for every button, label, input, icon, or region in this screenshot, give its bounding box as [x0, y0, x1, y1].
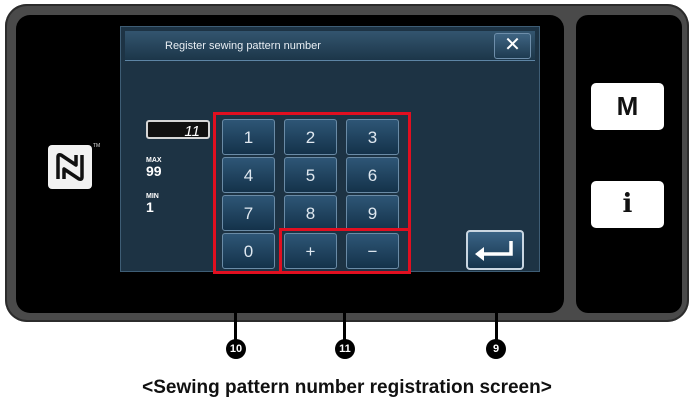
min-value: 1: [146, 199, 154, 215]
callout-line-plusminus: [343, 274, 346, 346]
side-panel: [576, 15, 682, 313]
close-button[interactable]: ✕: [494, 33, 531, 59]
callout-line-keypad: [234, 274, 237, 346]
enter-button[interactable]: [466, 230, 524, 270]
max-value: 99: [146, 163, 162, 179]
nfc-mark-icon: [48, 145, 92, 189]
callout-marker-keypad: 10: [226, 339, 246, 359]
callout-marker-enter: 9: [486, 339, 506, 359]
callout-marker-plusminus: 11: [335, 339, 355, 359]
plus-minus-highlight: [279, 228, 411, 274]
dialog-title: Register sewing pattern number: [165, 40, 321, 52]
enter-arrow-icon: [475, 241, 513, 261]
trademark-symbol: TM: [93, 143, 101, 149]
callout-line-enter: [495, 272, 498, 344]
mode-button[interactable]: M: [591, 83, 664, 130]
info-button[interactable]: i: [591, 181, 664, 228]
pattern-number-display: 11: [146, 120, 210, 140]
figure-caption: <Sewing pattern number registration scre…: [142, 377, 552, 398]
dialog-titlebar: Register sewing pattern number ✕: [125, 31, 535, 61]
